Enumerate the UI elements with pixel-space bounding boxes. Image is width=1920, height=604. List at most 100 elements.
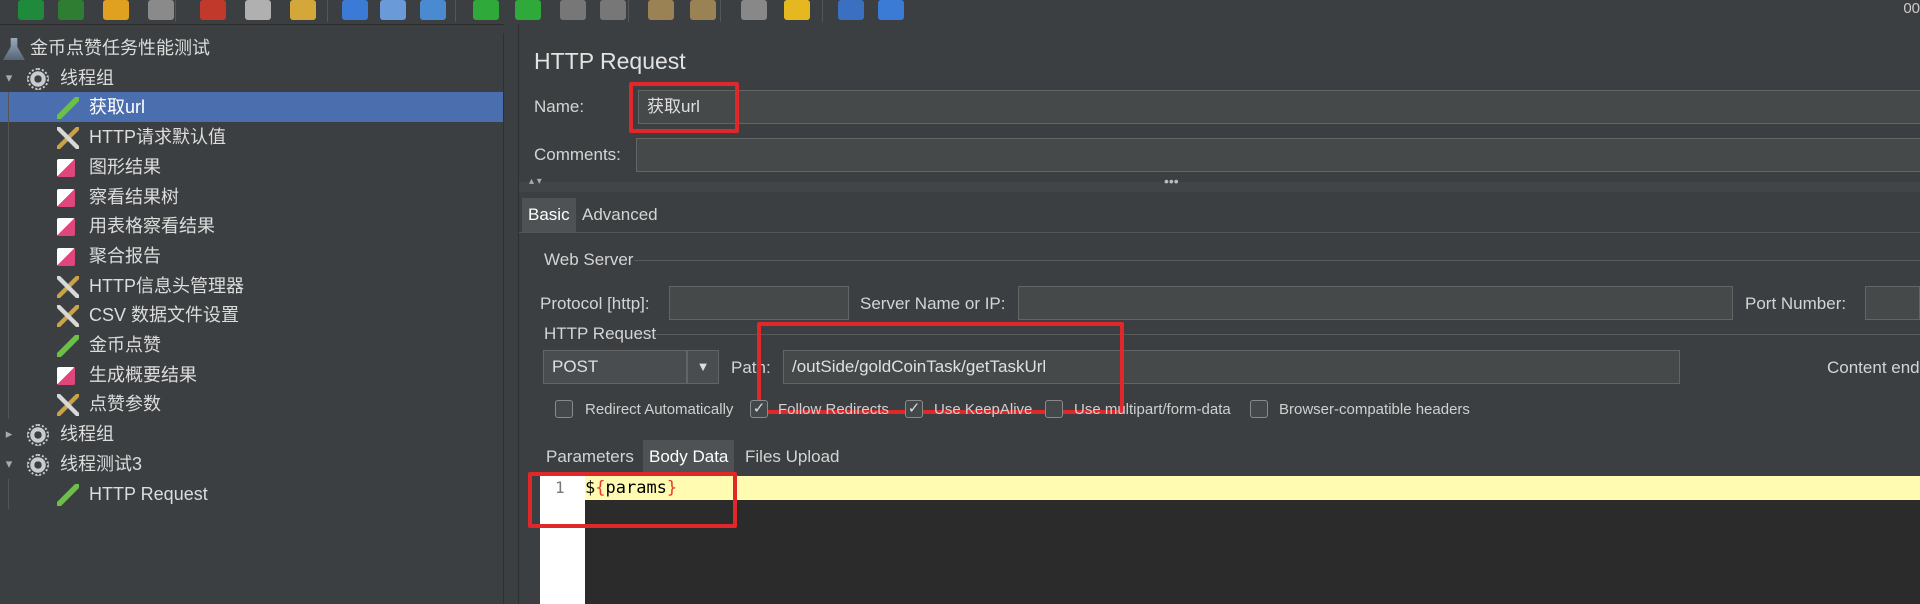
chevron-down-icon[interactable]: ▾: [2, 449, 16, 479]
sampler-icon: [57, 335, 79, 357]
tree-item[interactable]: 点赞参数: [0, 389, 503, 420]
subtab-parameters[interactable]: Parameters: [540, 440, 640, 474]
copy-icon[interactable]: [245, 0, 271, 20]
port-number-field[interactable]: [1865, 286, 1920, 320]
clear-all-icon[interactable]: [690, 0, 716, 20]
method-dropdown-arrow-icon[interactable]: ▼: [687, 350, 719, 384]
tree-guide-line: [8, 300, 9, 331]
tree-item-label: HTTP请求默认值: [89, 127, 226, 148]
test-plan-icon: [3, 38, 25, 60]
clear-icon[interactable]: [648, 0, 674, 20]
search-icon[interactable]: [741, 0, 767, 20]
tree-item[interactable]: ▾ 线程组: [0, 63, 503, 93]
drag-dots-icon: •••: [1164, 173, 1179, 189]
protocol-label: Protocol [http]:: [540, 294, 650, 313]
name-field[interactable]: 获取url: [638, 90, 1920, 124]
chevron-down-icon[interactable]: ▾: [2, 63, 16, 93]
collapse-icon[interactable]: [380, 0, 406, 20]
shutdown-icon[interactable]: [600, 0, 626, 20]
tree-guide-line: [8, 478, 9, 509]
start-icon[interactable]: [473, 0, 499, 20]
tree-item-label: 聚合报告: [89, 245, 161, 266]
panel-title: HTTP Request: [534, 48, 686, 74]
option-checkbox[interactable]: [1045, 400, 1063, 418]
toggle-icon[interactable]: [420, 0, 446, 20]
tree-item[interactable]: 获取url: [0, 92, 503, 123]
function-helper-icon[interactable]: [838, 0, 864, 20]
option-checkbox-label: Use KeepAlive: [934, 401, 1033, 418]
tree-item-label: 察看结果树: [89, 186, 179, 207]
tree-item[interactable]: 生成概要结果: [0, 359, 503, 390]
option-checkbox-label: Redirect Automatically: [585, 401, 734, 418]
tree-item[interactable]: 用表格察看结果: [0, 211, 503, 242]
tree-item-label: 线程组: [60, 424, 114, 445]
tree-item-label: 线程组: [60, 67, 114, 88]
highlight-body-data: [528, 472, 737, 528]
save-icon[interactable]: [148, 0, 174, 20]
protocol-field[interactable]: [669, 286, 849, 320]
server-name-field[interactable]: [1018, 286, 1733, 320]
help-icon[interactable]: [878, 0, 904, 20]
tree-item[interactable]: ▾ 线程测试3: [0, 449, 503, 479]
option-checkbox[interactable]: ✓: [750, 400, 768, 418]
tree-item[interactable]: HTTP信息头管理器: [0, 270, 503, 301]
http-request-legend: HTTP Request: [544, 324, 657, 343]
listener-icon: [57, 158, 75, 177]
name-label: Name:: [534, 97, 585, 116]
cut-icon[interactable]: [200, 0, 226, 20]
tree-guide-line: [8, 181, 9, 212]
tree-item[interactable]: HTTP Request: [0, 478, 503, 509]
chevron-right-icon[interactable]: ▸: [2, 419, 16, 449]
tree-item[interactable]: 金币点赞任务性能测试: [0, 33, 503, 63]
listener-icon: [57, 366, 75, 385]
tree-item[interactable]: 察看结果树: [0, 181, 503, 212]
tree-item[interactable]: 聚合报告: [0, 240, 503, 271]
config-icon: [57, 394, 79, 417]
templates-icon[interactable]: [58, 0, 84, 20]
tree-guide-line: [8, 270, 9, 301]
tree-guide-line: [8, 330, 9, 360]
tab-basic[interactable]: Basic: [522, 198, 576, 232]
option-checkbox[interactable]: [555, 400, 573, 418]
tree-item-label: HTTP信息头管理器: [89, 275, 244, 296]
tree-item[interactable]: ▸ 线程组: [0, 419, 503, 449]
expand-icon[interactable]: [342, 0, 368, 20]
open-icon[interactable]: [103, 0, 129, 20]
content-encoding-label: Content end: [1827, 358, 1920, 377]
paste-icon[interactable]: [290, 0, 316, 20]
tree-item[interactable]: HTTP请求默认值: [0, 122, 503, 153]
pane-splitter[interactable]: [504, 24, 519, 604]
body-data-editor[interactable]: 1 ${params}: [540, 476, 1920, 604]
option-checkbox[interactable]: [1250, 400, 1268, 418]
method-select[interactable]: POST: [543, 350, 687, 384]
tree-item-label: HTTP Request: [89, 483, 208, 504]
tree-item[interactable]: 金币点赞: [0, 330, 503, 360]
listener-icon: [57, 218, 75, 237]
tree-item[interactable]: 图形结果: [0, 151, 503, 182]
listener-icon: [57, 188, 75, 207]
start-no-pause-icon[interactable]: [515, 0, 541, 20]
tab-advanced[interactable]: Advanced: [576, 198, 664, 232]
reset-search-icon[interactable]: [784, 0, 810, 20]
tree-item-label: 图形结果: [89, 156, 161, 177]
option-checkbox[interactable]: ✓: [905, 400, 923, 418]
current-line-highlight: ${params}: [585, 476, 1920, 500]
subtab-files-upload[interactable]: Files Upload: [739, 440, 846, 474]
stop-icon[interactable]: [560, 0, 586, 20]
tree-guide-line: [8, 389, 9, 420]
highlight-name: [629, 82, 739, 133]
tree-item-label: 获取url: [89, 97, 146, 118]
config-icon: [57, 305, 79, 328]
sampler-icon: [57, 483, 79, 506]
comments-field[interactable]: [636, 138, 1920, 172]
port-number-label: Port Number:: [1745, 294, 1847, 313]
tree-item[interactable]: CSV 数据文件设置: [0, 300, 503, 331]
tree-guide-line: [8, 92, 9, 123]
subtab-body-data[interactable]: Body Data: [643, 440, 735, 474]
new-icon[interactable]: [18, 0, 44, 20]
collapse-bar[interactable]: ▴ ▾ •••: [519, 173, 1920, 192]
option-checkbox-label: Use multipart/form-data: [1074, 401, 1231, 418]
test-plan-tree[interactable]: 金币点赞任务性能测试 ▾ 线程组 获取url HTTP请求默认值 图形结果 察看结果树 用表格…: [0, 33, 504, 604]
tree-guide-line: [8, 122, 9, 153]
sampler-icon: [57, 97, 79, 120]
